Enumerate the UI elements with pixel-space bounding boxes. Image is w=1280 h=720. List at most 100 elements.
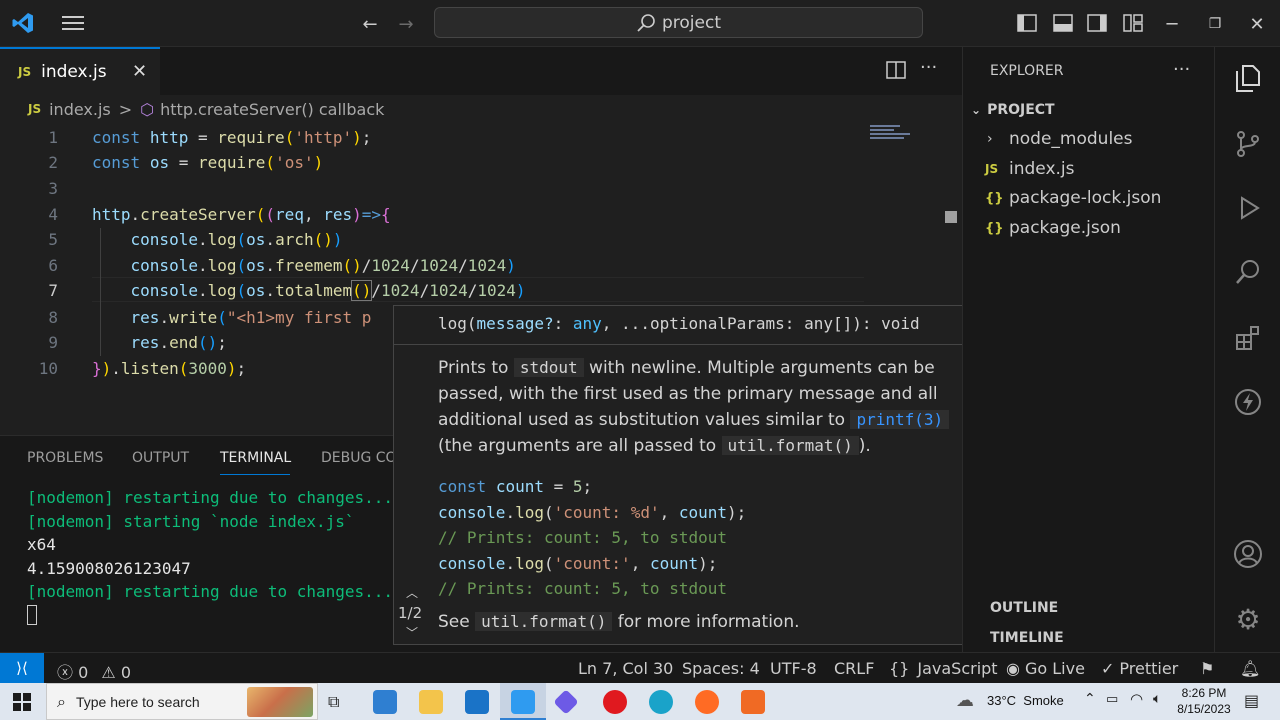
clock[interactable]: 8:26 PM 8/15/2023 <box>1168 685 1240 717</box>
run-debug-icon[interactable] <box>1231 191 1265 225</box>
restore-icon[interactable]: ❐ <box>1203 12 1227 36</box>
language-mode[interactable]: {} JavaScript <box>889 659 998 678</box>
outline-section-header[interactable]: OUTLINE <box>990 600 1058 616</box>
go-live-icon[interactable] <box>1231 385 1265 419</box>
search-icon[interactable] <box>1231 255 1265 289</box>
vscode-logo-icon[interactable] <box>10 10 36 36</box>
terminal-line: x64 <box>27 535 56 554</box>
source-control-icon[interactable] <box>1231 127 1265 161</box>
encoding[interactable]: UTF-8 <box>770 659 817 678</box>
back-arrow-icon[interactable]: ← <box>358 12 382 36</box>
close-tab-icon[interactable]: ✕ <box>132 61 147 82</box>
split-editor-icon[interactable] <box>886 61 906 83</box>
tab-index-js[interactable]: JS index.js ✕ <box>0 47 160 95</box>
title-bar: ← → project ─ ❐ ✕ <box>0 0 1280 47</box>
tree-item-package-lock-json[interactable]: {} package-lock.json <box>963 185 1215 211</box>
network-icon[interactable]: ▭ <box>1106 692 1118 707</box>
breadcrumb-file[interactable]: index.js <box>49 100 111 119</box>
timeline-section-header[interactable]: TIMELINE <box>990 630 1064 646</box>
warning-icon: ⚠ <box>101 663 116 682</box>
search-icon <box>637 13 655 32</box>
explorer-more-icon[interactable]: ··· <box>1173 59 1190 80</box>
search-highlight-illustration <box>247 687 313 717</box>
command-center-search[interactable]: project <box>434 7 923 38</box>
extensions-icon[interactable] <box>1231 321 1265 355</box>
weather-icon[interactable]: ☁ <box>956 690 974 711</box>
end-of-line[interactable]: CRLF <box>834 659 874 678</box>
action-center-icon[interactable]: ▤ <box>1244 691 1259 710</box>
indentation[interactable]: Spaces: 4 <box>682 659 760 678</box>
task-view-icon[interactable]: ⧉ <box>328 692 339 712</box>
taskbar-search-box[interactable]: ⌕ Type here to search <box>46 683 318 720</box>
minimap[interactable] <box>870 125 914 141</box>
opera-icon[interactable] <box>603 690 627 714</box>
volume-icon[interactable]: 🔈︎ <box>1153 691 1161 707</box>
mail-icon[interactable] <box>465 690 489 714</box>
hover-example-code: const count = 5; console.log('count: %d'… <box>438 477 747 598</box>
wifi-icon[interactable]: ◠ <box>1130 690 1143 708</box>
code-line: const os = require('os') <box>92 153 324 172</box>
cube-icon: ⬡ <box>140 99 155 119</box>
line-number: 10 <box>38 359 58 378</box>
js-file-icon: JS <box>985 162 999 176</box>
tree-item-index-js[interactable]: JS index.js <box>963 156 1215 182</box>
recorder-icon[interactable] <box>741 690 765 714</box>
terminal-line: [nodemon] starting `node index.js` <box>27 512 355 531</box>
vscode-taskbar-icon[interactable] <box>511 690 535 714</box>
go-live-button[interactable]: ◉ Go Live <box>1006 659 1085 678</box>
chevron-down-icon[interactable]: ﹀ <box>406 624 418 641</box>
toggle-secondary-sidebar-icon[interactable] <box>1086 13 1108 33</box>
firefox-icon[interactable] <box>695 690 719 714</box>
error-icon: ⓧ <box>57 663 74 682</box>
terminal-line: [nodemon] restarting due to changes... <box>27 488 394 507</box>
explorer-icon[interactable] <box>1231 61 1265 95</box>
line-number: 5 <box>48 230 58 249</box>
status-bar: ⟩⟨ ⓧ 0 ⚠ 0 Ln 7, Col 30 Spaces: 4 UTF-8 … <box>0 652 1280 683</box>
remote-indicator-icon[interactable]: ⟩⟨ <box>0 653 44 683</box>
tab-terminal[interactable]: TERMINAL <box>220 450 291 466</box>
code-line: console.log(os.freemem()/1024/1024/1024) <box>130 256 516 275</box>
braces-icon: {} <box>889 659 910 678</box>
terminal-line: 4.159008026123047 <box>27 559 191 578</box>
breadcrumb-symbol[interactable]: http.createServer() callback <box>160 100 384 119</box>
account-icon[interactable] <box>1231 537 1265 571</box>
notifications-bell-icon[interactable]: 🔔︎ <box>1240 659 1260 678</box>
project-folder-header[interactable]: ⌄ PROJECT <box>963 98 1215 122</box>
line-number: 8 <box>48 308 58 327</box>
editor-tab-row: JS index.js ✕ ··· <box>0 47 962 95</box>
tree-item-package-json[interactable]: {} package.json <box>963 215 1215 241</box>
chevron-up-icon[interactable]: ︿ <box>406 584 418 601</box>
hover-description: Prints to stdout with newline. Multiple … <box>438 355 978 459</box>
line-number: 6 <box>48 256 58 275</box>
app-taskbar-icon[interactable] <box>553 689 579 715</box>
more-actions-icon[interactable]: ··· <box>920 57 937 78</box>
toggle-panel-icon[interactable] <box>1052 13 1074 33</box>
problems-indicator[interactable]: ⓧ 0 ⚠ 0 <box>57 659 131 683</box>
forward-arrow-icon[interactable]: → <box>394 12 418 36</box>
file-explorer-icon[interactable] <box>419 690 443 714</box>
tab-output[interactable]: OUTPUT <box>132 450 189 466</box>
toggle-primary-sidebar-icon[interactable] <box>1016 13 1038 33</box>
customize-layout-icon[interactable] <box>1122 13 1144 33</box>
tree-item-node-modules[interactable]: › node_modules <box>963 126 1215 152</box>
cursor-position[interactable]: Ln 7, Col 30 <box>578 659 673 678</box>
settings-gear-icon[interactable]: ⚙ <box>1231 602 1265 636</box>
tab-problems[interactable]: PROBLEMS <box>27 450 103 466</box>
minimize-icon[interactable]: ─ <box>1160 12 1184 36</box>
indent-guide <box>100 228 101 356</box>
menu-icon[interactable] <box>60 12 86 34</box>
edge-icon[interactable] <box>649 690 673 714</box>
tray-chevron-up-icon[interactable]: ⌃ <box>1084 691 1096 707</box>
tab-debug-console[interactable]: DEBUG CO <box>321 450 397 466</box>
json-file-icon: {} <box>985 220 1004 236</box>
microsoft-store-icon[interactable] <box>373 690 397 714</box>
chevron-right-icon: › <box>987 131 993 147</box>
scrollbar-thumb[interactable] <box>945 211 957 223</box>
prettier-button[interactable]: ✓ Prettier <box>1101 659 1178 678</box>
feedback-icon[interactable]: ⚑ <box>1200 659 1214 678</box>
code-line: res.end(); <box>130 333 227 352</box>
close-window-icon[interactable]: ✕ <box>1245 12 1269 36</box>
weather-text[interactable]: 33°C Smoke <box>987 693 1064 708</box>
line-number: 1 <box>48 128 58 147</box>
windows-start-icon[interactable] <box>13 693 31 715</box>
